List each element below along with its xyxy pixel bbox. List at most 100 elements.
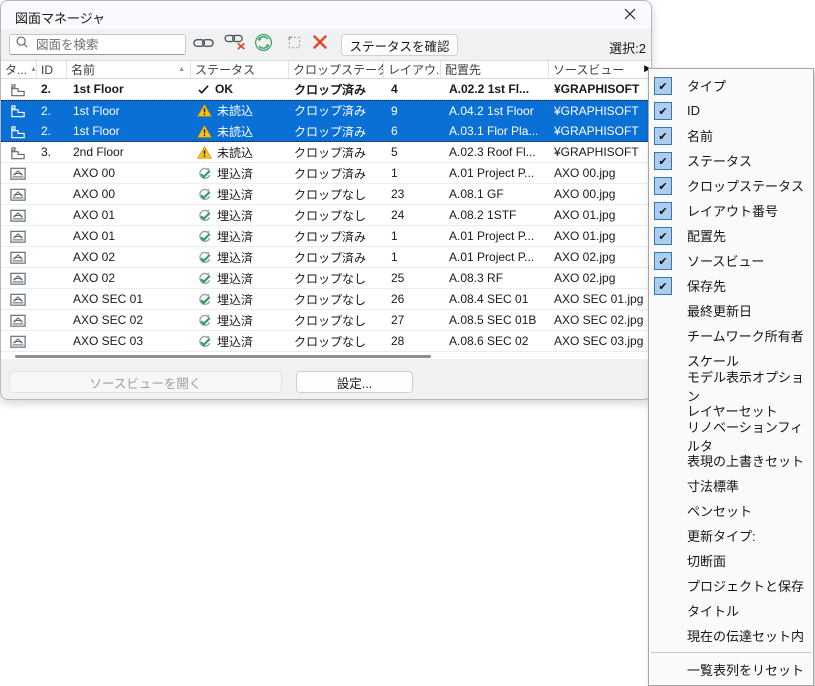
row-source-view: ¥GRAPHISOFT: [549, 79, 652, 99]
sort-ascending-icon: ▲▲: [30, 66, 37, 73]
toolbar: ステータスを確認 選択:2: [1, 29, 651, 60]
link-drawing-button[interactable]: [190, 33, 216, 56]
menu-item-unchecked[interactable]: 更新タイプ:: [649, 523, 813, 548]
menu-item-checked[interactable]: ✔ クロップステータス: [649, 173, 813, 198]
menu-item-unchecked[interactable]: 現在の伝達セット内: [649, 623, 813, 648]
table-row[interactable]: AXO 01 埋込済 クロップ済み 1 A.01 Project P... AX…: [1, 226, 652, 247]
ok-status-icon: [197, 84, 210, 95]
menu-item-unchecked[interactable]: ペンセット: [649, 498, 813, 523]
settings-button[interactable]: 設定...: [296, 371, 413, 393]
row-status: 埋込済: [217, 249, 253, 266]
row-id: [37, 226, 67, 246]
menu-item-checked[interactable]: ✔ ステータス: [649, 148, 813, 173]
drawing-type-icon: [9, 102, 27, 119]
row-source-view: AXO 02.jpg: [549, 247, 652, 267]
row-source-view: AXO 00.jpg: [549, 184, 652, 204]
menu-item-checked[interactable]: ✔ レイアウト番号: [649, 198, 813, 223]
table-row[interactable]: AXO 02 埋込済 クロップなし 25 A.08.3 RF AXO 02.jp…: [1, 268, 652, 289]
open-source-view-button[interactable]: ソースビューを開く: [9, 371, 282, 393]
table-row[interactable]: AXO 02 埋込済 クロップ済み 1 A.01 Project P... AX…: [1, 247, 652, 268]
row-id: [37, 247, 67, 267]
table-row[interactable]: 2. 1st Floor 未読込 クロップ済み 6 A.03.1 Flor Pl…: [1, 121, 652, 142]
column-header-placed-to[interactable]: 配置先: [441, 61, 549, 78]
menu-item-unchecked[interactable]: プロジェクトと保存: [649, 573, 813, 598]
column-header-status[interactable]: ステータス: [191, 61, 289, 78]
column-context-menu: ✔ タイプ ✔ ID ✔ 名前 ✔ ステータス ✔ クロップステータス ✔ レイ…: [648, 68, 814, 686]
table-row[interactable]: AXO 01 埋込済 クロップなし 24 A.08.2 1STF AXO 01.…: [1, 205, 652, 226]
table-row[interactable]: 2. 1st Floor 未読込 クロップ済み 9 A.04.2 1st Flo…: [1, 100, 652, 121]
row-id: 2.: [37, 101, 67, 120]
embedded-status-icon: [197, 250, 212, 265]
image-type-icon: [9, 291, 27, 308]
menu-item-unchecked[interactable]: 切断面: [649, 548, 813, 573]
checkbox-checked-icon: ✔: [654, 252, 672, 270]
row-crop-status: クロップなし: [289, 310, 384, 330]
checkbox-checked-icon: ✔: [654, 102, 672, 120]
warning-status-icon: [197, 146, 212, 159]
table-row[interactable]: 2. 1st Floor OK クロップ済み 4 A.02.2 1st Fl..…: [1, 79, 652, 100]
menu-item-unchecked[interactable]: リノベーションフィルタ: [649, 423, 813, 448]
table-row[interactable]: AXO SEC 02 埋込済 クロップなし 27 A.08.5 SEC 01B …: [1, 310, 652, 331]
drawing-manager-window: 図面マネージャ: [0, 0, 652, 400]
row-crop-status: クロップ済み: [289, 121, 384, 141]
drawing-table-body: 2. 1st Floor OK クロップ済み 4 A.02.2 1st Fl..…: [1, 79, 652, 352]
row-id: [37, 268, 67, 288]
row-placed-to: A.01 Project P...: [441, 247, 549, 267]
embedded-status-icon: [197, 166, 212, 181]
row-id: [37, 163, 67, 183]
column-header-source-view[interactable]: ソースビュー: [549, 61, 652, 78]
table-row[interactable]: AXO 00 埋込済 クロップ済み 1 A.01 Project P... AX…: [1, 163, 652, 184]
warning-status-icon: [197, 104, 212, 117]
row-id: [37, 331, 67, 351]
menu-item-reset-columns[interactable]: 一覧表列をリセット: [649, 657, 813, 682]
image-type-icon: [9, 312, 27, 329]
menu-item-unchecked[interactable]: チームワーク所有者: [649, 323, 813, 348]
row-source-view: AXO 00.jpg: [549, 163, 652, 183]
table-row[interactable]: 3. 2nd Floor 未読込 クロップ済み 5 A.02.3 Roof Fl…: [1, 142, 652, 163]
sort-ascending-icon: ▲: [178, 66, 185, 73]
crop-button[interactable]: [281, 33, 307, 56]
image-type-icon: [9, 333, 27, 350]
menu-item-checked[interactable]: ✔ 保存先: [649, 273, 813, 298]
check-status-button[interactable]: ステータスを確認: [341, 34, 458, 56]
row-crop-status: クロップなし: [289, 268, 384, 288]
checkbox-checked-icon: ✔: [654, 277, 672, 295]
menu-item-unchecked[interactable]: モデル表示オプション: [649, 373, 813, 398]
row-crop-status: クロップなし: [289, 205, 384, 225]
table-row[interactable]: AXO SEC 01 埋込済 クロップなし 26 A.08.4 SEC 01 A…: [1, 289, 652, 310]
search-input[interactable]: [34, 37, 180, 53]
column-header-crop-status[interactable]: クロップステータス: [289, 61, 384, 78]
menu-item-checked[interactable]: ✔ ソースビュー: [649, 248, 813, 273]
menu-item-unchecked[interactable]: 寸法標準: [649, 473, 813, 498]
search-box[interactable]: [9, 34, 186, 55]
table-row[interactable]: AXO 00 埋込済 クロップなし 23 A.08.1 GF AXO 00.jp…: [1, 184, 652, 205]
column-header-name[interactable]: 名前 ▲: [67, 61, 191, 78]
image-type-icon: [9, 186, 27, 203]
horizontal-scrollbar-thumb[interactable]: [15, 355, 431, 358]
selection-count-label: 選択:2: [609, 38, 646, 57]
column-header-id[interactable]: ID: [37, 61, 67, 78]
column-header-type[interactable]: タ... ▲▲: [1, 61, 37, 78]
row-source-view: AXO 01.jpg: [549, 205, 652, 225]
menu-item-checked[interactable]: ✔ タイプ: [649, 73, 813, 98]
row-source-view: AXO SEC 02.jpg: [549, 310, 652, 330]
embedded-status-icon: [197, 334, 212, 349]
menu-item-unchecked[interactable]: タイトル: [649, 598, 813, 623]
row-name: 1st Floor: [67, 101, 191, 120]
table-row[interactable]: AXO SEC 03 埋込済 クロップなし 28 A.08.6 SEC 02 A…: [1, 331, 652, 352]
menu-item-unchecked[interactable]: 最終更新日: [649, 298, 813, 323]
row-id: 2.: [37, 121, 67, 141]
row-placed-to: A.08.4 SEC 01: [441, 289, 549, 309]
update-status-button[interactable]: [250, 33, 276, 56]
delete-button[interactable]: [307, 33, 333, 56]
menu-item-checked[interactable]: ✔ ID: [649, 98, 813, 123]
row-layout-number: 6: [384, 121, 441, 141]
embedded-status-icon: [197, 187, 212, 202]
row-id: [37, 289, 67, 309]
break-link-button[interactable]: [222, 33, 248, 56]
menu-item-unchecked[interactable]: 表現の上書きセット: [649, 448, 813, 473]
menu-item-checked[interactable]: ✔ 配置先: [649, 223, 813, 248]
menu-item-checked[interactable]: ✔ 名前: [649, 123, 813, 148]
column-header-layout-number[interactable]: レイアウ...: [384, 61, 441, 78]
close-button[interactable]: [622, 9, 638, 23]
